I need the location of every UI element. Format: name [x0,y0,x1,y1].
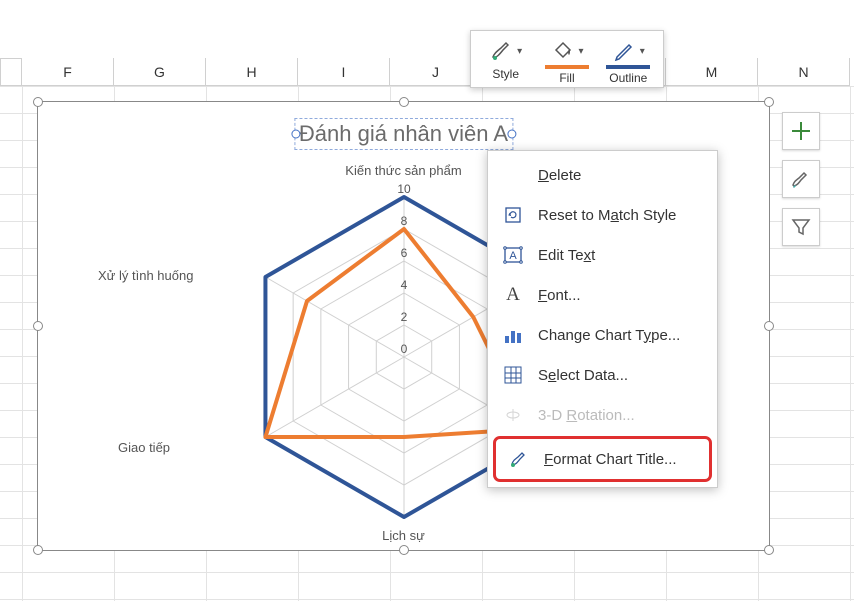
col-M[interactable]: M [666,58,758,86]
svg-text:0: 0 [401,342,408,356]
axis-label: Lịch sự [382,528,425,543]
svg-text:2: 2 [401,310,408,324]
fill-bucket-icon [550,38,576,64]
svg-text:6: 6 [401,246,408,260]
col-G[interactable]: G [114,58,206,86]
menu-edit-text-label: Edit Text [538,247,703,264]
chart-elements-button[interactable] [782,112,820,150]
col-H[interactable]: H [206,58,298,86]
menu-rotation-label: 3-D Rotation... [538,407,703,424]
menu-select-data[interactable]: Select Data... [488,355,717,395]
chart-styles-button[interactable] [782,160,820,198]
menu-edit-text[interactable]: A Edit Text [488,235,717,275]
menu-font-label: Font... [538,287,703,304]
context-menu: Delete Reset to Match Style A Edit Text … [487,150,718,488]
col-J[interactable]: J [390,58,482,86]
pen-icon [612,38,638,64]
col-N[interactable]: N [758,58,850,86]
fill-label: Fill [539,71,595,85]
menu-select-data-label: Select Data... [538,367,703,384]
menu-reset-style[interactable]: Reset to Match Style [488,195,717,235]
col-I[interactable]: I [298,58,390,86]
menu-change-type-label: Change Chart Type... [538,327,703,344]
col-F[interactable]: F [22,58,114,86]
chart-type-icon [502,324,524,346]
menu-font[interactable]: A Font... [488,275,717,315]
brush-icon [790,168,812,190]
font-icon: A [502,284,524,306]
svg-text:A: A [509,250,517,262]
format-icon [508,448,530,470]
fill-button[interactable]: ▾ Fill [539,37,595,85]
menu-reset-label: Reset to Match Style [538,207,703,224]
rotation-icon [502,404,524,426]
menu-format-title-label: Format Chart Title... [544,451,697,468]
axis-label: Giao tiếp [118,440,170,455]
menu-3d-rotation: 3-D Rotation... [488,395,717,435]
svg-text:8: 8 [401,214,408,228]
column-headers: F G H I J K L M N [0,58,854,86]
menu-change-chart-type[interactable]: Change Chart Type... [488,315,717,355]
chart-filters-button[interactable] [782,208,820,246]
mini-toolbar: ▾ Style ▾ Fill ▾ Outline [470,30,664,88]
outline-label: Outline [600,71,656,85]
funnel-icon [790,216,812,238]
svg-text:4: 4 [401,278,408,292]
menu-delete[interactable]: Delete [488,155,717,195]
style-button[interactable]: ▾ Style [478,37,534,85]
edit-text-icon: A [502,244,524,266]
brush-icon [489,38,515,64]
menu-delete-label: Delete [538,167,703,184]
axis-label: Kiến thức sản phẩm [345,163,461,178]
reset-icon [502,204,524,226]
axis-label: Xử lý tình huống [98,268,193,283]
style-label: Style [478,67,534,81]
outline-button[interactable]: ▾ Outline [600,37,656,85]
menu-format-chart-title[interactable]: Format Chart Title... [494,437,711,481]
select-data-icon [502,364,524,386]
svg-text:10: 10 [397,182,411,196]
plus-icon [790,120,812,142]
